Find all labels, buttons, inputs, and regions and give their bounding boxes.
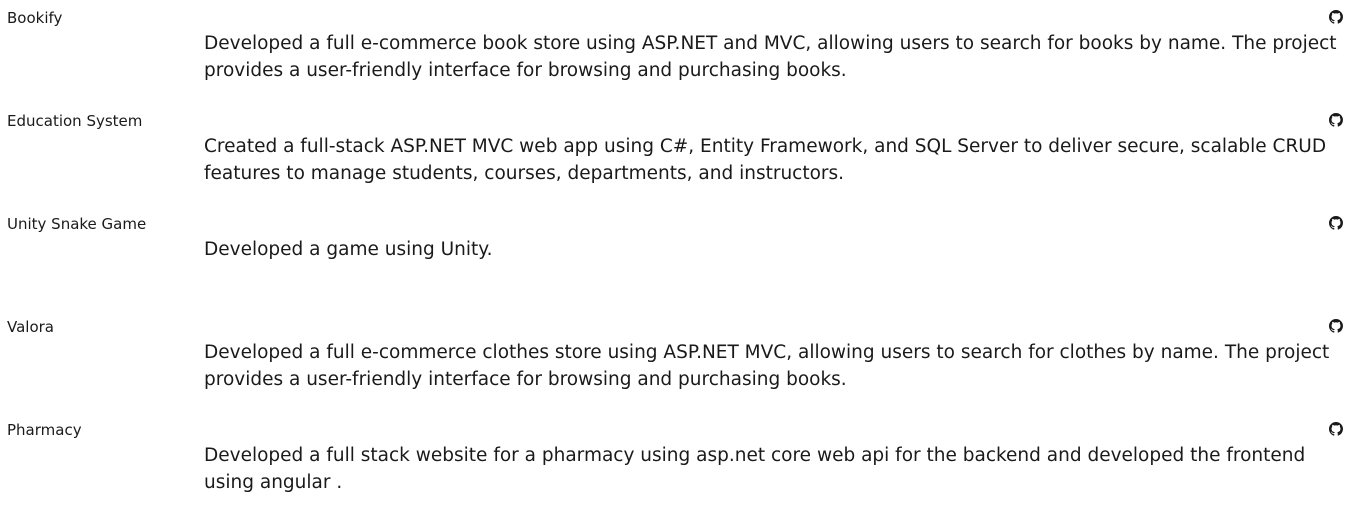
project-description: Created a full-stack ASP.NET MVC web app…	[204, 136, 1327, 184]
project-title: Education System	[7, 112, 143, 130]
project-item-bookify: Bookify Developed a full e-commerce book…	[0, 0, 1349, 103]
project-item-pharmacy: Pharmacy Developed a full stack website …	[0, 412, 1349, 515]
project-item-education-system: Education System Created a full-stack AS…	[0, 103, 1349, 206]
project-title: Unity Snake Game	[7, 215, 147, 233]
project-item-valora: Valora Developed a full e-commerce cloth…	[0, 309, 1349, 412]
github-link[interactable]	[1329, 113, 1343, 127]
github-icon	[1329, 216, 1343, 230]
github-icon	[1329, 10, 1343, 24]
project-title: Bookify	[7, 9, 63, 27]
github-link[interactable]	[1329, 319, 1343, 333]
github-link[interactable]	[1329, 10, 1343, 24]
projects-list: Bookify Developed a full e-commerce book…	[0, 0, 1349, 509]
github-link[interactable]	[1329, 422, 1343, 436]
github-icon	[1329, 113, 1343, 127]
project-title: Pharmacy	[7, 421, 82, 439]
github-link[interactable]	[1329, 216, 1343, 230]
github-icon	[1329, 319, 1343, 333]
github-icon	[1329, 422, 1343, 436]
project-description: Developed a full stack website for a pha…	[204, 445, 1306, 493]
project-title: Valora	[7, 318, 54, 336]
project-description: Developed a full e-commerce clothes stor…	[204, 342, 1330, 390]
project-description: Developed a game using Unity.	[204, 239, 493, 260]
project-description: Developed a full e-commerce book store u…	[204, 33, 1337, 81]
project-item-unity-snake-game: Unity Snake Game Developed a game using …	[0, 206, 1349, 309]
